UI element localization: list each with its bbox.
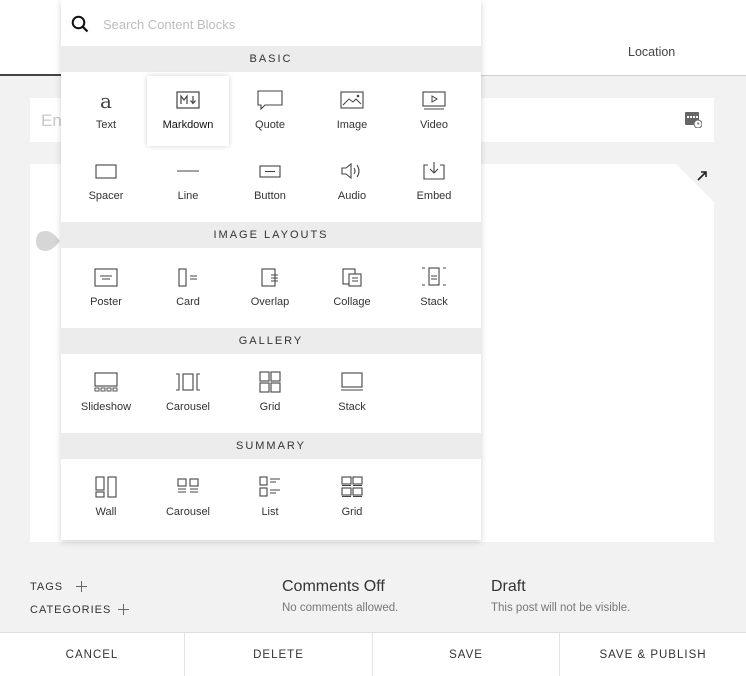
comments-status[interactable]: Comments Off (282, 578, 385, 596)
save-button[interactable]: SAVE (373, 633, 560, 676)
block-card[interactable]: Card (147, 253, 229, 323)
slideshow-icon (94, 372, 118, 392)
block-embed[interactable]: Embed (393, 147, 475, 217)
add-category-plus-icon[interactable] (118, 604, 129, 615)
add-tag-plus-icon[interactable] (76, 581, 87, 592)
action-bar: CANCEL DELETE SAVE SAVE & PUBLISH (0, 632, 746, 676)
block-quote[interactable]: Quote (229, 76, 311, 146)
section-header-gallery: GALLERY (61, 328, 481, 354)
grid-icon (259, 371, 281, 393)
block-poster[interactable]: Poster (65, 253, 147, 323)
editor-corner (676, 164, 714, 202)
tab-location[interactable]: Location (628, 45, 675, 59)
block-label: Wall (95, 506, 117, 518)
block-label: Spacer (88, 190, 124, 202)
markdown-icon (176, 91, 200, 109)
block-grid[interactable]: Grid (229, 358, 311, 428)
tags-label: TAGS (30, 581, 64, 593)
stack-layout-icon (422, 267, 446, 286)
search-input[interactable] (103, 12, 463, 36)
block-summary-grid[interactable]: Grid (311, 463, 393, 533)
text-icon: a (100, 89, 112, 112)
block-label: Quote (255, 119, 285, 131)
post-status[interactable]: Draft (491, 578, 526, 596)
block-text[interactable]: a Text (65, 76, 147, 146)
block-list[interactable]: List (229, 463, 311, 533)
block-label: Stack (420, 296, 448, 308)
block-label: Grid (341, 506, 363, 518)
search-bar (61, 0, 481, 46)
block-label: Overlap (250, 296, 290, 308)
block-image[interactable]: Image (311, 76, 393, 146)
list-icon (259, 476, 280, 497)
block-audio[interactable]: Audio (311, 147, 393, 217)
block-label: Carousel (165, 401, 211, 413)
block-label: Grid (259, 401, 281, 413)
block-wall[interactable]: Wall (65, 463, 147, 533)
block-video[interactable]: Video (393, 76, 475, 146)
poster-icon (94, 268, 118, 287)
comments-description: No comments allowed. (282, 602, 399, 614)
block-overlap[interactable]: Overlap (229, 253, 311, 323)
block-label: Stack (338, 401, 366, 413)
block-label: Image (336, 119, 368, 131)
block-label: Carousel (165, 506, 211, 518)
quote-icon (257, 90, 283, 111)
block-markdown[interactable]: Markdown (147, 76, 229, 146)
insert-point-icon[interactable] (34, 230, 60, 252)
svg-text:a: a (100, 89, 112, 112)
block-spacer[interactable]: Spacer (65, 147, 147, 217)
block-label: Collage (333, 296, 371, 308)
section-header-summary: SUMMARY (61, 433, 481, 459)
search-icon (71, 15, 89, 33)
block-label: Poster (90, 296, 122, 308)
active-tab-indicator (0, 74, 62, 76)
video-icon (422, 91, 446, 110)
block-collage[interactable]: Collage (311, 253, 393, 323)
block-slideshow[interactable]: Slideshow (65, 358, 147, 428)
block-label: Video (420, 119, 448, 131)
block-line[interactable]: Line (147, 147, 229, 217)
block-label: Embed (416, 190, 452, 202)
cancel-button[interactable]: CANCEL (0, 633, 185, 676)
block-label: Card (176, 296, 200, 308)
button-icon (259, 165, 281, 178)
block-stack-gallery[interactable]: Stack (311, 358, 393, 428)
collage-icon (342, 268, 362, 287)
block-label: Markdown (162, 119, 214, 131)
categories-label: CATEGORIES (30, 604, 112, 616)
overlap-icon (261, 268, 278, 287)
wall-icon (95, 476, 117, 498)
line-icon (177, 170, 199, 172)
spacer-icon (95, 164, 117, 179)
section-header-image-layouts: IMAGE LAYOUTS (61, 222, 481, 248)
block-stack-layout[interactable]: Stack (393, 253, 475, 323)
block-button[interactable]: Button (229, 147, 311, 217)
block-label: Slideshow (80, 401, 132, 413)
audio-icon (341, 162, 360, 180)
stack-gallery-icon (341, 372, 363, 391)
content-block-picker: BASIC a Text Markdown Quote Image Video (61, 0, 481, 540)
embed-icon (423, 162, 445, 180)
delete-button[interactable]: DELETE (185, 633, 373, 676)
expand-icon[interactable] (696, 170, 708, 182)
section-header-basic: BASIC (61, 46, 481, 72)
carousel-icon (176, 373, 200, 391)
block-label: List (261, 506, 279, 518)
summary-carousel-icon (177, 478, 199, 493)
save-publish-button[interactable]: SAVE & PUBLISH (560, 633, 746, 676)
summary-grid-icon (341, 476, 363, 497)
block-summary-carousel[interactable]: Carousel (147, 463, 229, 533)
block-label: Button (254, 190, 286, 202)
block-label: Audio (337, 190, 367, 202)
calendar-icon[interactable] (684, 110, 702, 128)
block-label: Text (95, 119, 117, 131)
card-icon (178, 268, 197, 287)
image-icon (340, 91, 364, 109)
block-label: Line (177, 190, 199, 202)
block-carousel[interactable]: Carousel (147, 358, 229, 428)
post-status-description: This post will not be visible. (491, 602, 631, 614)
